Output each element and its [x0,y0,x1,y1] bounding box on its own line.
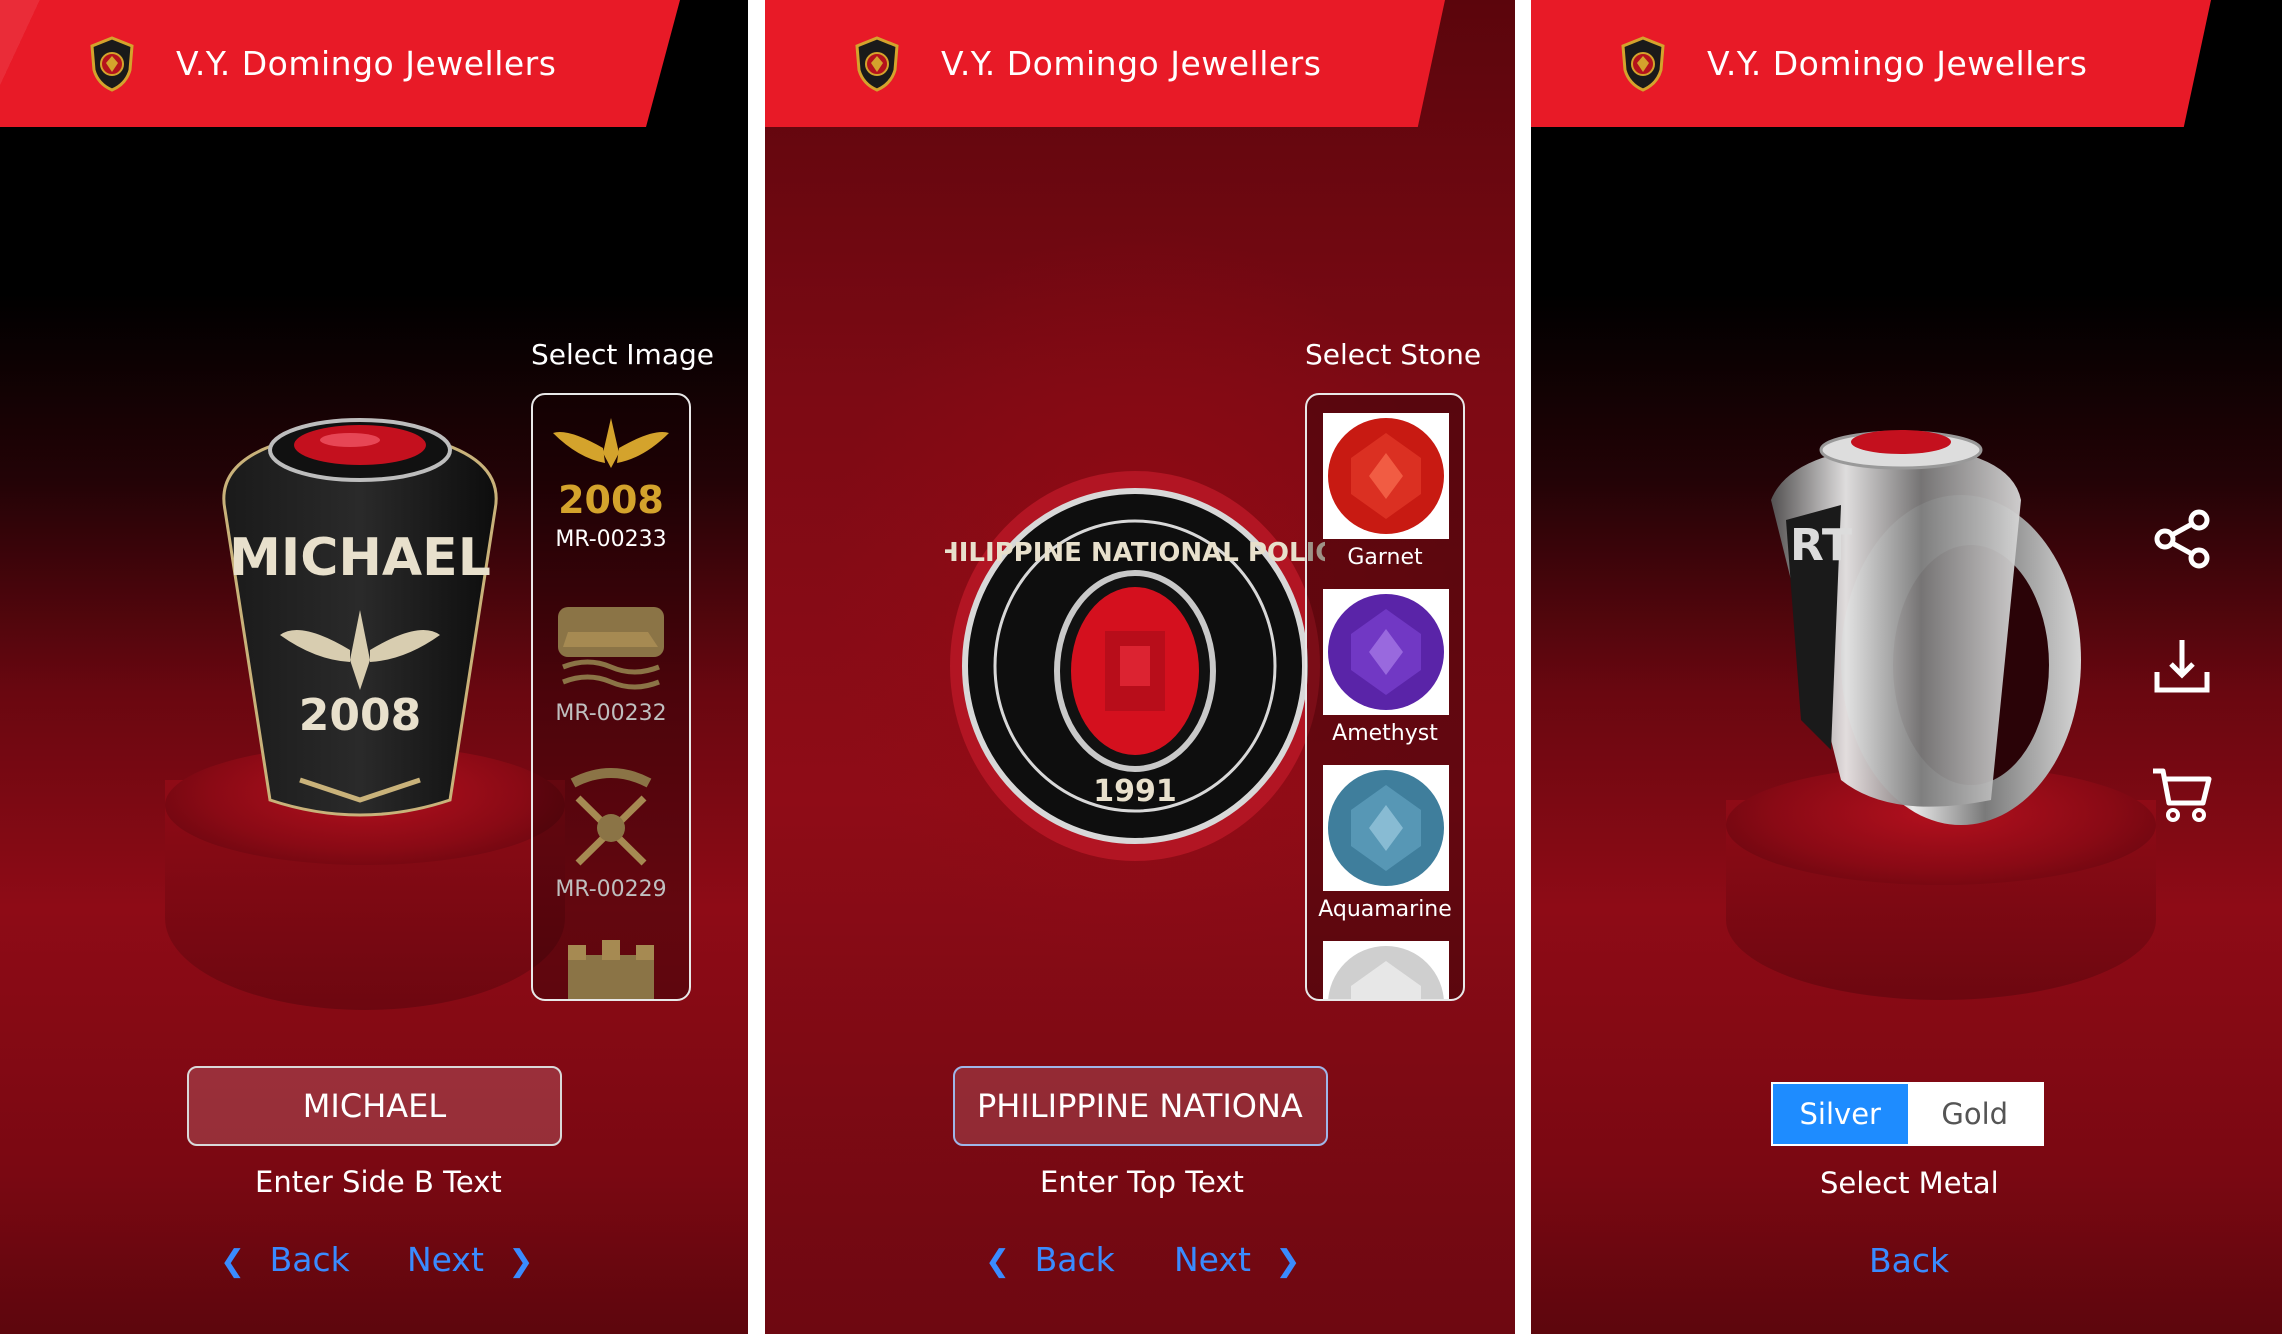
back-button[interactable]: ❮ Back [985,1240,1115,1279]
share-icon[interactable] [2151,508,2213,570]
picker-title: Select Stone [1305,338,1482,371]
input-caption: Enter Top Text [1040,1165,1244,1199]
next-label: Next [407,1240,484,1279]
back-button[interactable]: ❮ Back [220,1240,350,1279]
stone-swatch [1323,589,1449,715]
screen-metal: V.Y. Domingo Jewellers RT Silver Gold Se… [1531,0,2282,1334]
ring-engraving: MICHAEL [229,528,491,588]
image-option[interactable]: 2008 MR-00233 [533,413,689,552]
ship-emblem-icon [558,607,664,690]
next-button[interactable]: Next ❯ [407,1240,534,1279]
aquamarine-gem-icon [1328,770,1444,886]
next-button[interactable]: Next ❯ [1174,1240,1301,1279]
metal-option-gold[interactable]: Gold [1907,1084,2042,1144]
image-option[interactable]: MR-00229 [533,763,689,902]
stone-option[interactable] [1307,941,1463,999]
image-option[interactable] [533,940,689,999]
stone-swatch [1323,765,1449,891]
svg-text:2008: 2008 [558,478,664,522]
stone-option[interactable]: Garnet [1307,413,1463,583]
stone-name: Garnet [1347,545,1423,570]
app-header: V.Y. Domingo Jewellers [1531,0,2211,127]
stone-option[interactable]: Aquamarine [1307,765,1463,935]
ring-side-text: RT [1790,520,1852,571]
castle-emblem-icon [568,940,654,999]
image-code: MR-00229 [555,877,667,902]
side-b-text-input[interactable]: MICHAEL [187,1066,562,1146]
cavalry-emblem-icon [570,768,652,866]
stone-swatch [1323,941,1449,999]
image-code: MR-00233 [555,527,667,552]
stone-picker[interactable]: Garnet Amethyst Aquamarine [1305,393,1465,1001]
metal-option-silver[interactable]: Silver [1773,1084,1908,1144]
app-header: V.Y. Domingo Jewellers [0,0,680,127]
metal-selector[interactable]: Silver Gold [1771,1082,2044,1146]
ring-model: RT [1771,430,2081,825]
app-title: V.Y. Domingo Jewellers [176,44,557,83]
picker-title: Select Image [531,338,714,371]
header-stripe [0,0,40,127]
chevron-left-icon: ❮ [985,1244,1011,1279]
back-button[interactable]: Back [1869,1241,1949,1280]
ring-year: 1991 [1093,774,1177,809]
back-label: Back [1869,1241,1950,1280]
garnet-gem-icon [1328,418,1444,534]
chevron-right-icon: ❯ [508,1244,534,1279]
brand-logo-icon [90,36,134,92]
chevron-right-icon: ❯ [1275,1244,1301,1279]
amethyst-gem-icon [1328,594,1444,710]
back-label: Back [269,1240,350,1279]
ring-preview[interactable]: MICHAEL 2008 [150,400,570,1020]
stone-swatch [1323,413,1449,539]
wings-emblem-icon: 2008 [553,418,669,522]
download-icon[interactable] [2151,636,2213,698]
image-code: MR-00232 [555,701,667,726]
diamond-gem-icon [1328,946,1444,999]
ring-top-text: PHILIPPINE NATIONAL POLICE [945,538,1325,568]
stone-option[interactable]: Amethyst [1307,589,1463,759]
app-title: V.Y. Domingo Jewellers [1707,44,2088,83]
stone-name: Amethyst [1332,721,1438,746]
metal-caption: Select Metal [1820,1166,1999,1200]
ring-model[interactable]: PHILIPPINE NATIONAL POLICE 1991 [945,466,1325,866]
stone-name: Aquamarine [1318,897,1452,922]
image-picker[interactable]: 2008 MR-00233 MR-00232 MR-00229 [531,393,691,1001]
cart-icon[interactable] [2151,763,2213,825]
next-label: Next [1174,1240,1251,1279]
input-caption: Enter Side B Text [255,1165,502,1199]
ring-model: MICHAEL 2008 [222,418,498,817]
brand-logo-icon [855,36,899,92]
app-title: V.Y. Domingo Jewellers [941,44,1322,83]
screen-top-text: V.Y. Domingo Jewellers PHILIPPINE NATION… [765,0,1515,1334]
image-option[interactable]: MR-00232 [533,587,689,726]
brand-logo-icon [1621,36,1665,92]
ring-preview[interactable]: RT [1691,420,2156,1020]
ring-year: 2008 [299,690,421,741]
app-header: V.Y. Domingo Jewellers [765,0,1445,127]
screen-side-b-text: V.Y. Domingo Jewellers MICHAEL 2008 Sele… [0,0,748,1334]
back-label: Back [1034,1240,1115,1279]
top-text-input[interactable]: PHILIPPINE NATIONA [953,1066,1328,1146]
chevron-left-icon: ❮ [220,1244,246,1279]
